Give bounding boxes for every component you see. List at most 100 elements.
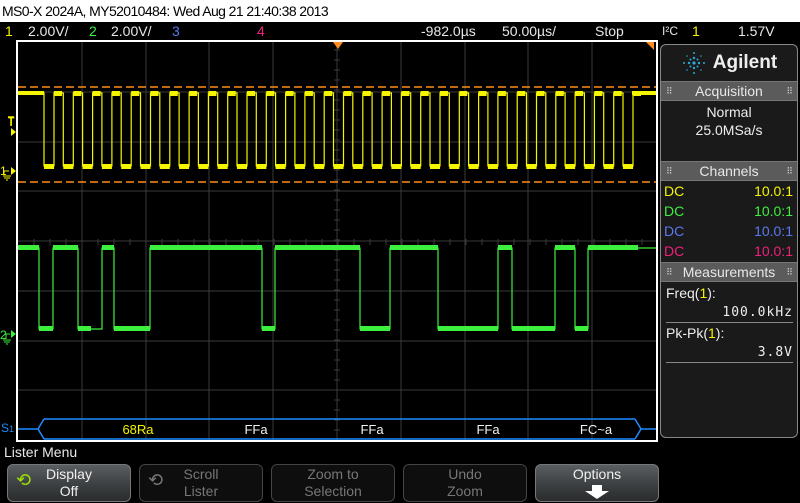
info-panel: Agilent ⠿ Acquisition ⠿ Normal 25.0MSa/s… bbox=[660, 44, 798, 438]
channels-header[interactable]: ⠿ Channels ⠿ bbox=[661, 161, 797, 181]
decode-label: 68Ra bbox=[122, 422, 154, 437]
acquisition-section: Normal 25.0MSa/s bbox=[661, 101, 797, 161]
measurements-title: Measurements bbox=[682, 264, 776, 280]
bus-end-edge bbox=[634, 418, 642, 440]
measurement-suffix: ): bbox=[715, 325, 725, 341]
drag-handle-icon[interactable]: ⠿ bbox=[786, 82, 793, 100]
ch1-low-band bbox=[410, 164, 421, 169]
run-state[interactable]: Stop bbox=[595, 22, 624, 40]
trigger-level[interactable]: 1.57V bbox=[738, 22, 775, 40]
ch1-low-band bbox=[44, 164, 54, 169]
softkey-label: Undo bbox=[448, 466, 482, 482]
channels-section: DC 10.0:1 DC 10.0:1 DC 10.0:1 DC 10.0:1 bbox=[661, 181, 797, 261]
serial-bus-marker[interactable]: S1 bbox=[1, 420, 14, 435]
ch1-idle-band bbox=[18, 91, 44, 95]
time-scale[interactable]: 50.00µs/ bbox=[502, 22, 556, 40]
ch1-high-band bbox=[54, 91, 62, 96]
ch1-low-band bbox=[140, 164, 151, 169]
measurements-header[interactable]: ⠿ Measurements ⠿ bbox=[661, 262, 797, 282]
ch1-high-band bbox=[73, 91, 82, 96]
ch1-low-band bbox=[507, 164, 518, 169]
acquisition-title: Acquisition bbox=[695, 83, 763, 99]
ch1-high-band bbox=[189, 91, 198, 96]
channel-row[interactable]: DC 10.0:1 bbox=[661, 221, 797, 241]
drag-handle-icon[interactable]: ⠿ bbox=[666, 263, 673, 281]
channel-probe-ratio: 10.0:1 bbox=[754, 243, 793, 259]
acquisition-header[interactable]: ⠿ Acquisition ⠿ bbox=[661, 81, 797, 101]
options-softkey[interactable]: Options bbox=[535, 464, 659, 502]
rotate-icon: ⟲ bbox=[148, 470, 164, 490]
decode-label: FC~a bbox=[580, 422, 613, 437]
softkey-label: Options bbox=[572, 466, 622, 482]
drag-handle-icon[interactable]: ⠿ bbox=[786, 263, 793, 281]
ch2-high-band bbox=[102, 245, 114, 250]
trigger-type[interactable]: I²C bbox=[662, 22, 678, 40]
undo-zoom-softkey[interactable]: Undo Zoom bbox=[403, 464, 527, 502]
ch2-low-band bbox=[114, 326, 150, 331]
ch1-high-band bbox=[247, 91, 255, 96]
measurement-value-freq: 100.0kHz bbox=[666, 303, 793, 323]
ch1-low-band bbox=[565, 164, 576, 169]
ch4-number[interactable]: 4 bbox=[257, 22, 265, 40]
ch1-high-band bbox=[613, 91, 622, 96]
brand-header: Agilent bbox=[661, 45, 797, 81]
trigger-position-marker[interactable] bbox=[333, 42, 343, 49]
channels-title: Channels bbox=[699, 163, 759, 179]
ch1-low-band bbox=[82, 164, 93, 169]
ch1-low-band bbox=[217, 164, 228, 169]
ch2-scale[interactable]: 2.00V/ bbox=[111, 22, 151, 40]
rotate-icon: ⟲ bbox=[16, 470, 32, 490]
scroll-lister-softkey[interactable]: ⟲ Scroll Lister bbox=[139, 464, 263, 502]
ch1-low-band bbox=[468, 164, 479, 169]
channel-row[interactable]: DC 10.0:1 bbox=[661, 241, 797, 261]
menu-title: Lister Menu bbox=[4, 444, 78, 460]
time-delay[interactable]: -982.0µs bbox=[421, 22, 476, 40]
ch1-high-band bbox=[594, 91, 603, 96]
status-bar: 1 2.00V/ 2 2.00V/ 3 4 -982.0µs 50.00µs/ … bbox=[0, 22, 800, 40]
ch2-number[interactable]: 2 bbox=[89, 22, 97, 40]
trigger-source[interactable]: 1 bbox=[692, 22, 700, 40]
ch1-high-band bbox=[555, 91, 564, 96]
ch1-high-band bbox=[575, 91, 584, 96]
channel-coupling: DC bbox=[664, 203, 685, 219]
ch1-low-band bbox=[256, 164, 267, 169]
delay-marker bbox=[646, 42, 654, 50]
ch3-number[interactable]: 3 bbox=[172, 22, 180, 40]
measurement-suffix: ): bbox=[707, 285, 716, 301]
ch1-high-band bbox=[169, 91, 178, 96]
channel-marker-column: T 1 2 S1 bbox=[0, 40, 16, 442]
ch1-high-band bbox=[266, 91, 275, 96]
measurement-source: 1 bbox=[708, 325, 716, 341]
ch1-high-band bbox=[227, 91, 236, 96]
display-softkey[interactable]: ⟲ Display Off bbox=[7, 464, 131, 502]
brand-name: Agilent bbox=[712, 52, 778, 73]
measurements-section: Freq(1): 100.0kHz Pk-Pk(1): 3.8V bbox=[661, 282, 797, 363]
ch1-low-band bbox=[623, 164, 633, 169]
ch1-number[interactable]: 1 bbox=[5, 22, 13, 40]
channel-coupling: DC bbox=[664, 223, 685, 239]
ch2-high-band bbox=[18, 245, 39, 250]
ch1-low-band bbox=[294, 164, 305, 169]
softkey-label-line2: Selection bbox=[304, 483, 362, 499]
zoom-to-selection-softkey[interactable]: Zoom to Selection bbox=[271, 464, 395, 502]
serial-bus-letter: S bbox=[1, 421, 10, 435]
channel-row[interactable]: DC 10.0:1 bbox=[661, 201, 797, 221]
measurement-name: Freq( bbox=[666, 285, 700, 301]
ch2-high-band bbox=[555, 245, 575, 250]
drag-handle-icon[interactable]: ⠿ bbox=[666, 82, 673, 100]
waveform-canvas[interactable]: 68Ra FFa FFa FFa FC~a bbox=[18, 42, 656, 440]
ch2-low-band bbox=[575, 326, 588, 331]
ch1-idle-band bbox=[632, 91, 656, 95]
channel-probe-ratio: 10.0:1 bbox=[754, 223, 793, 239]
ch1-low-band bbox=[352, 164, 363, 169]
waveform-display[interactable]: 68Ra FFa FFa FFa FC~a bbox=[16, 40, 658, 442]
title-bar: MS0-X 2024A, MY52010484: Wed Aug 21 21:4… bbox=[0, 0, 800, 22]
drag-handle-icon[interactable]: ⠿ bbox=[786, 162, 793, 180]
drag-handle-icon[interactable]: ⠿ bbox=[666, 162, 673, 180]
measurement-label-freq: Freq(1): bbox=[666, 284, 793, 303]
channel-row[interactable]: DC 10.0:1 bbox=[661, 181, 797, 201]
ch1-scale[interactable]: 2.00V/ bbox=[28, 22, 68, 40]
ch1-low-band bbox=[372, 164, 383, 169]
ch1-high-band bbox=[478, 91, 487, 96]
ch1-high-band bbox=[324, 91, 333, 96]
